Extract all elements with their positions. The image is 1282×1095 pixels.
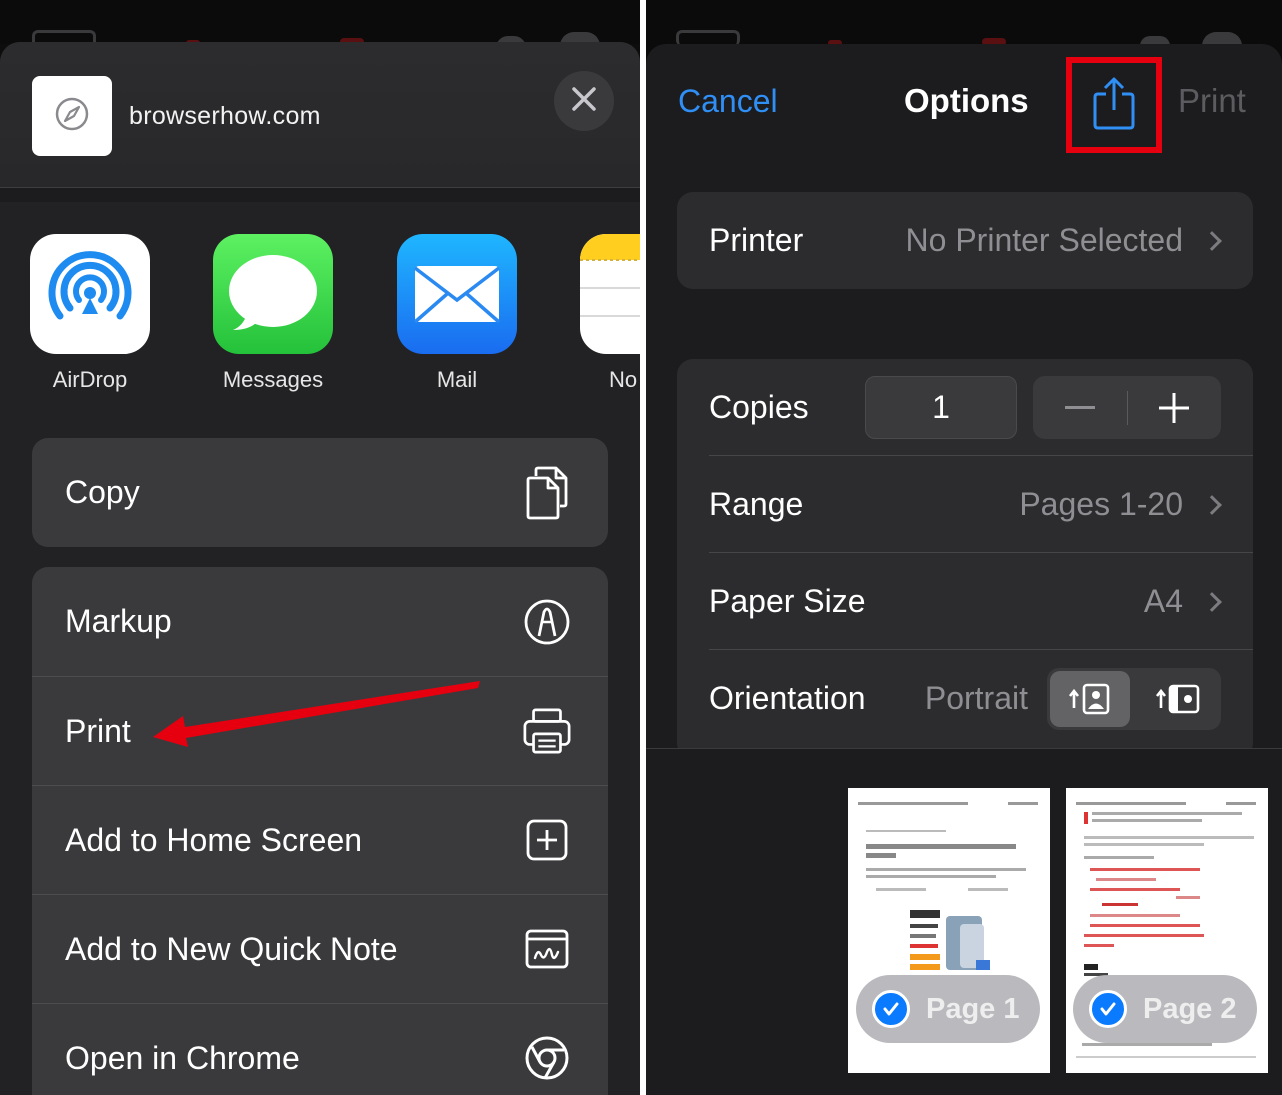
checkmark-icon (872, 990, 910, 1028)
add-square-icon (522, 815, 572, 865)
action-label: Print (65, 712, 131, 749)
action-label: Markup (65, 603, 172, 639)
markup-icon (522, 597, 572, 647)
mail-icon (397, 234, 517, 354)
printer-icon (522, 706, 572, 756)
portrait-icon (1068, 683, 1110, 715)
app-notes[interactable]: No (580, 234, 640, 393)
chrome-icon (522, 1033, 572, 1083)
chevron-right-icon (1202, 591, 1222, 612)
range-label: Range (709, 486, 804, 522)
add-to-quick-note-action[interactable]: Add to New Quick Note (32, 894, 608, 1003)
quick-note-icon (522, 924, 572, 974)
page-label: Page 1 (926, 992, 1020, 1025)
app-label: AirDrop (52, 367, 128, 392)
background-toolbar (0, 0, 640, 50)
print-settings-group: Copies 1 Range Pages 1-20 Paper Size A4 … (677, 359, 1253, 759)
open-in-chrome-action[interactable]: Open in Chrome (32, 1003, 608, 1095)
print-action[interactable]: Print (32, 676, 608, 785)
page-1-pill[interactable]: Page 1 (856, 975, 1040, 1043)
action-label: Add to Home Screen (65, 821, 363, 858)
print-preview-area: Page 1 Page 2 (646, 748, 1282, 1095)
landscape-icon (1155, 684, 1200, 714)
print-button[interactable]: Print (1178, 82, 1246, 120)
compass-icon (52, 94, 92, 139)
copies-stepper (1033, 376, 1221, 439)
share-sheet: browserhow.com AirDrop Messages Mail No … (0, 42, 640, 1095)
print-options-screen: Cancel Options Print Printer No Printer … (646, 0, 1282, 1095)
site-thumbnail (32, 76, 112, 156)
orientation-value: Portrait (924, 680, 1028, 716)
increment-button[interactable] (1128, 376, 1222, 439)
copy-icon (522, 466, 572, 519)
airdrop-icon (30, 234, 150, 354)
share-header: browserhow.com (0, 42, 640, 188)
portrait-button[interactable] (1050, 671, 1130, 727)
action-label: Add to New Quick Note (65, 930, 398, 967)
paper-size-row[interactable]: Paper Size A4 (677, 553, 1253, 650)
paper-size-label: Paper Size (709, 583, 866, 619)
app-messages[interactable]: Messages (213, 234, 333, 393)
page-label: Page 2 (1143, 992, 1237, 1025)
share-button[interactable] (1066, 57, 1162, 153)
close-icon (571, 86, 597, 117)
action-group-main: Markup Print Add to Home Screen Add to N… (32, 567, 608, 1095)
app-label: No (609, 367, 638, 392)
paper-size-value: A4 (1143, 583, 1183, 619)
orientation-segmented-control (1047, 668, 1221, 730)
decrement-button[interactable] (1033, 376, 1127, 439)
close-button[interactable] (554, 71, 614, 131)
action-group-copy: Copy (32, 438, 608, 547)
share-icon (1092, 76, 1136, 135)
minus-icon (1064, 405, 1095, 409)
landscape-button[interactable] (1138, 671, 1218, 727)
chevron-right-icon (1202, 230, 1222, 251)
app-mail[interactable]: Mail (397, 234, 517, 393)
background-toolbar (646, 0, 1282, 46)
markup-action[interactable]: Markup (32, 567, 608, 676)
page-title: Options (904, 82, 1029, 119)
action-label: Open in Chrome (65, 1039, 300, 1076)
chevron-right-icon (1202, 494, 1222, 515)
copies-row: Copies 1 (677, 359, 1253, 456)
page-2-pill[interactable]: Page 2 (1073, 975, 1257, 1043)
notes-icon (580, 234, 640, 354)
plus-icon (1159, 392, 1190, 423)
site-name: browserhow.com (129, 102, 321, 130)
messages-icon (213, 234, 333, 354)
add-to-home-screen-action[interactable]: Add to Home Screen (32, 785, 608, 894)
printer-group: Printer No Printer Selected (677, 192, 1253, 289)
section-divider (0, 188, 640, 202)
range-value: Pages 1-20 (1019, 486, 1183, 522)
orientation-label: Orientation (709, 680, 866, 716)
checkmark-icon (1089, 990, 1127, 1028)
cancel-button[interactable]: Cancel (678, 83, 778, 120)
printer-row[interactable]: Printer No Printer Selected (677, 192, 1253, 289)
copies-field[interactable]: 1 (865, 376, 1017, 439)
printer-label: Printer (709, 222, 804, 258)
orientation-row: Orientation Portrait (677, 650, 1253, 747)
app-label: Mail (436, 367, 478, 392)
app-label: Messages (222, 367, 324, 392)
share-sheet-screen: browserhow.com AirDrop Messages Mail No … (0, 0, 640, 1095)
app-airdrop[interactable]: AirDrop (30, 234, 150, 393)
range-row[interactable]: Range Pages 1-20 (677, 456, 1253, 553)
action-label: Copy (65, 474, 140, 510)
printer-value: No Printer Selected (905, 222, 1183, 258)
print-options-sheet: Cancel Options Print Printer No Printer … (646, 44, 1282, 1095)
copy-action[interactable]: Copy (32, 438, 608, 547)
copies-label: Copies (709, 389, 809, 425)
